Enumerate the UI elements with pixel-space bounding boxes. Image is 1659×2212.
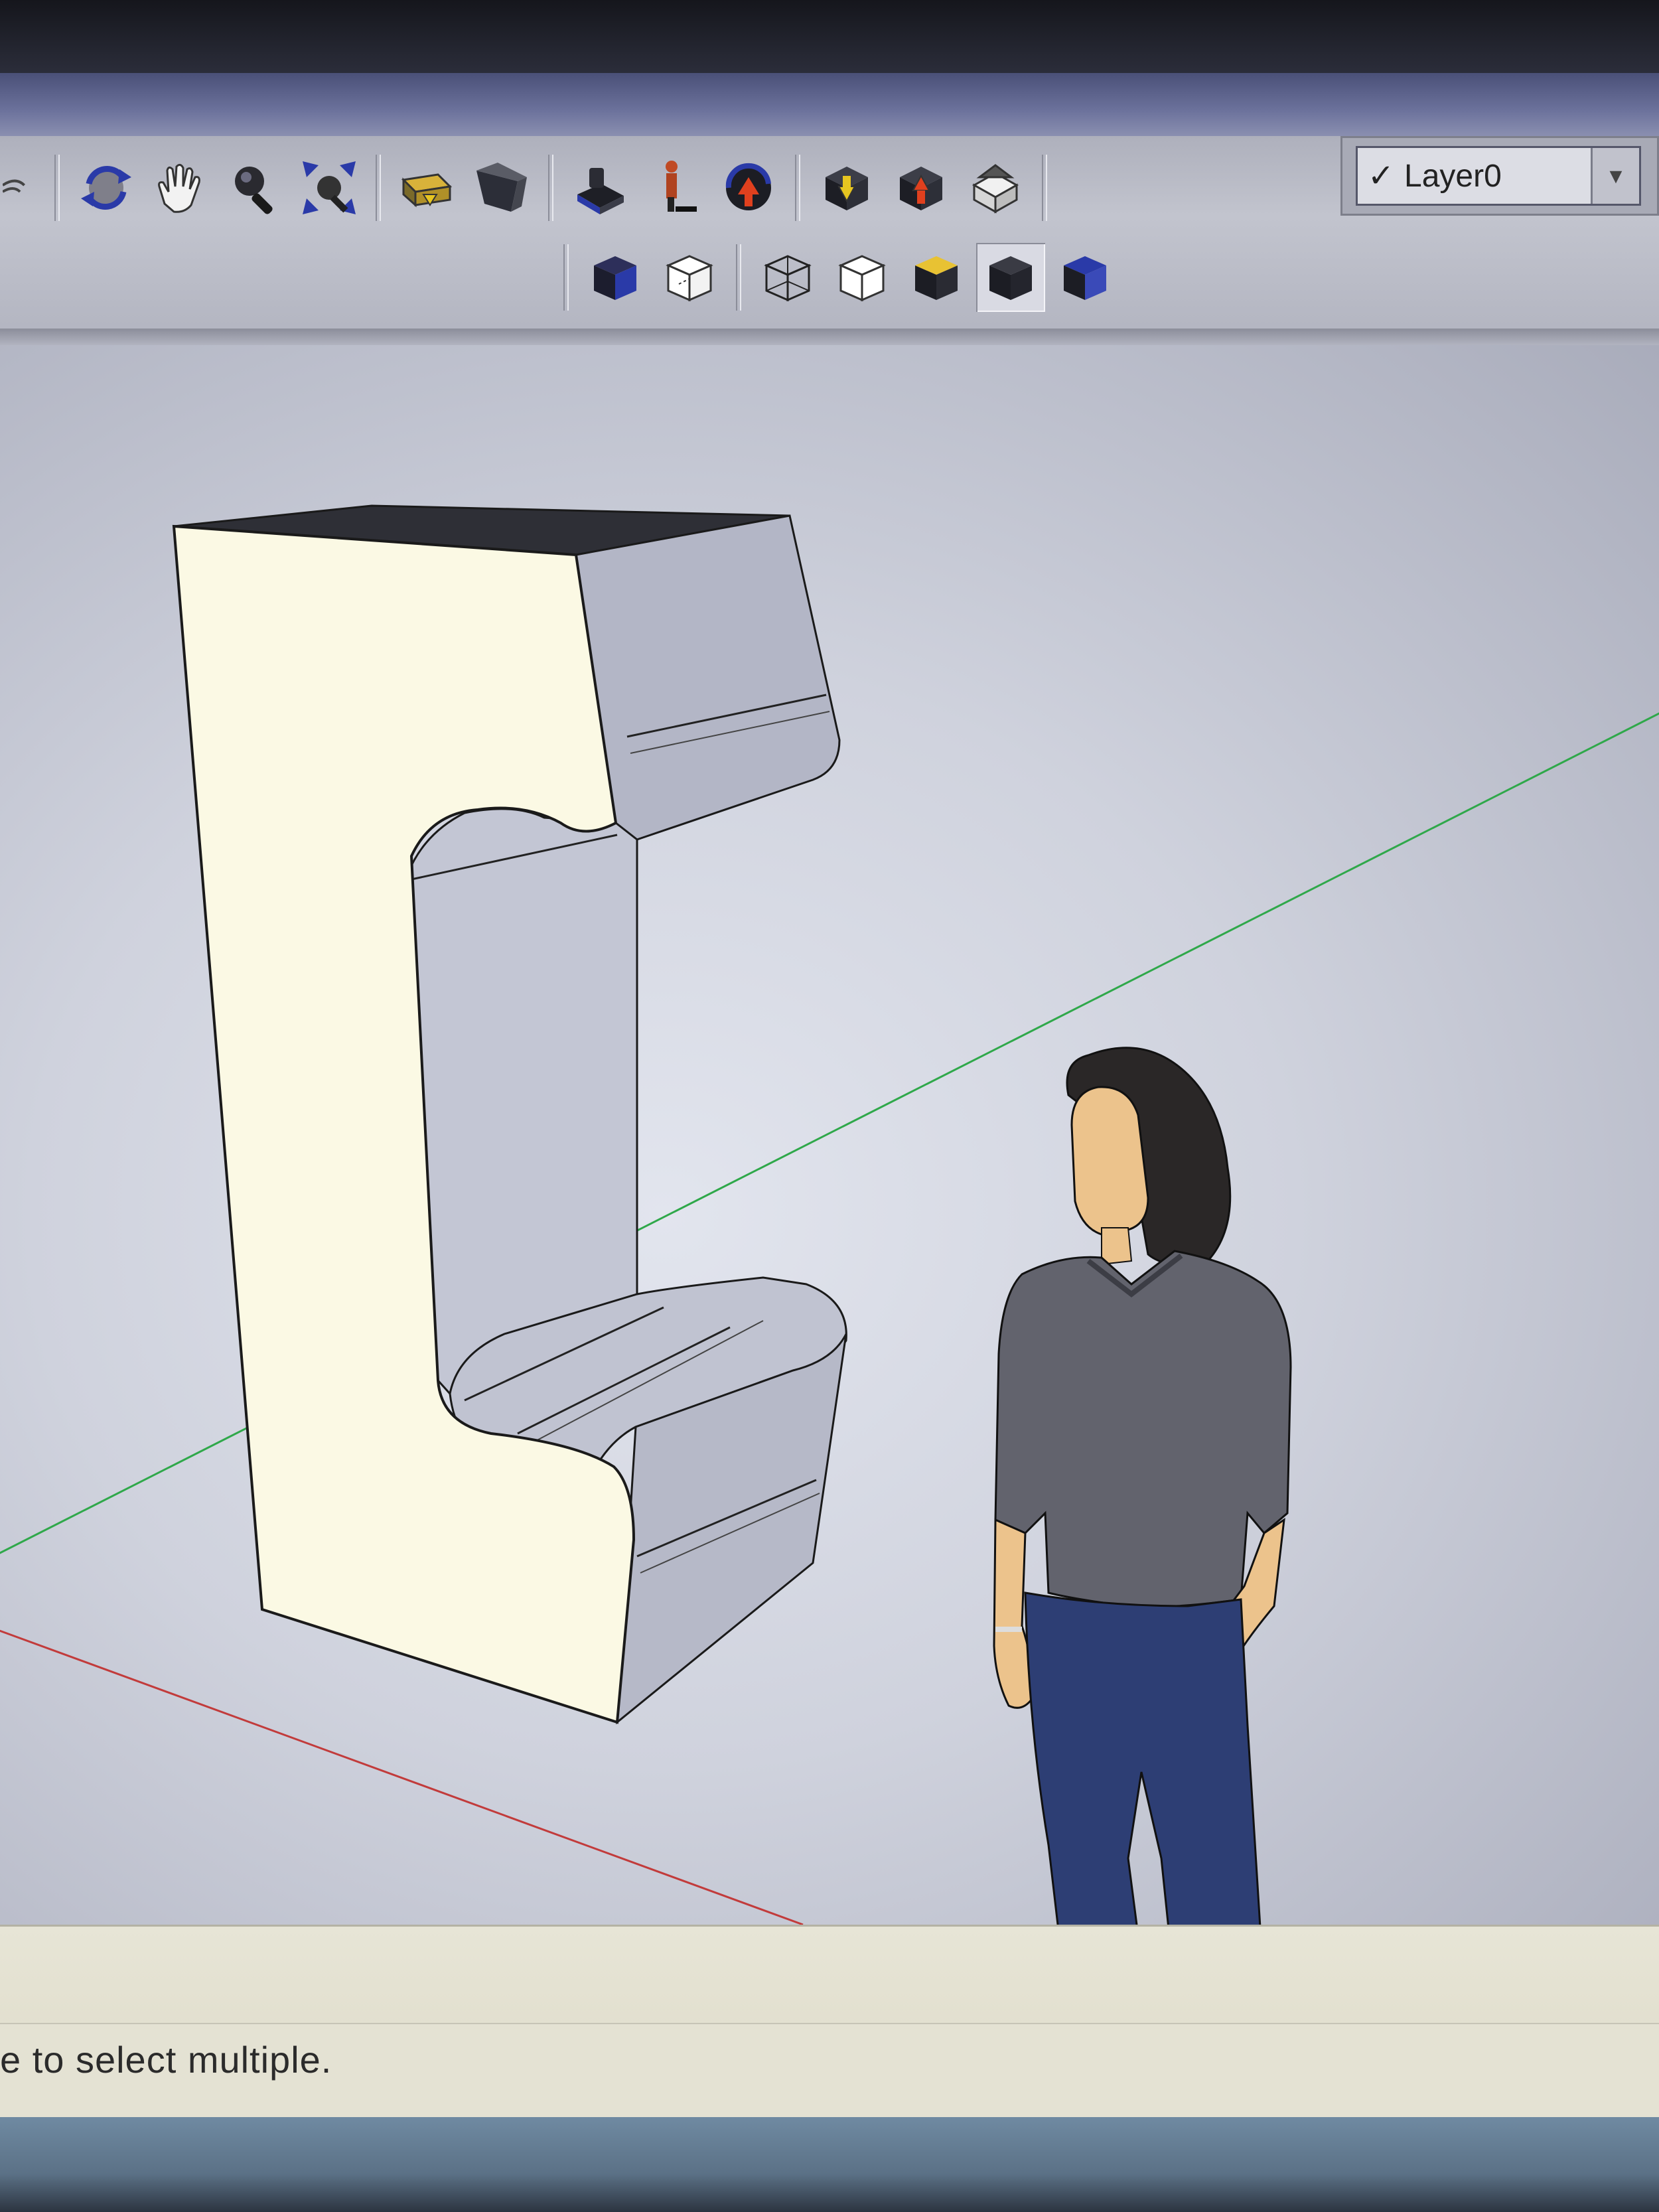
toolbar-separator (1042, 154, 1047, 221)
wireframe-style-icon[interactable] (753, 243, 822, 312)
screen: ✓ Layer0 ▼ e to select multiple. (0, 0, 1659, 2212)
toolbar-separator (795, 154, 800, 221)
share-component-icon[interactable] (961, 153, 1030, 222)
hidden-line-style-icon[interactable] (828, 243, 897, 312)
toolbar-row-face-styles (554, 236, 1122, 319)
monitor-bezel-top (0, 0, 1659, 73)
share-model-icon[interactable] (887, 153, 956, 222)
toolbar-row-camera (0, 139, 1056, 236)
toolbar-separator (376, 154, 381, 221)
window-title-strip (0, 73, 1659, 136)
toolbar-separator (54, 154, 60, 221)
toolbar-separator (563, 244, 569, 311)
walk-icon[interactable] (640, 153, 709, 222)
monitor-bezel-bottom (0, 2117, 1659, 2212)
partial-tool-icon[interactable] (3, 153, 42, 222)
layer-dropdown[interactable]: ✓ Layer0 ▼ (1356, 146, 1641, 206)
zoom-icon[interactable] (220, 153, 289, 222)
zoom-extents-icon[interactable] (295, 153, 364, 222)
back-edges-style-icon[interactable] (655, 243, 724, 312)
current-layer-name: Layer0 (1404, 158, 1502, 194)
look-around-icon[interactable] (714, 153, 783, 222)
status-hint-text: e to select multiple. (0, 2039, 332, 2081)
checkmark-icon: ✓ (1367, 159, 1395, 194)
pan-hand-icon[interactable] (146, 153, 215, 222)
scale-figure-person[interactable] (993, 1047, 1321, 1925)
modeling-viewport[interactable] (0, 345, 1659, 1925)
position-camera-icon[interactable] (565, 153, 634, 222)
3d-model[interactable] (172, 504, 847, 1725)
monochrome-style-icon[interactable] (1050, 243, 1119, 312)
get-models-icon[interactable] (812, 153, 881, 222)
xray-style-icon[interactable] (581, 243, 650, 312)
shaded-with-textures-style-icon[interactable] (976, 242, 1045, 312)
dropdown-arrow-icon[interactable]: ▼ (1591, 148, 1639, 204)
shaded-style-icon[interactable] (902, 243, 971, 312)
model-upper-side (575, 514, 841, 842)
orbit-icon[interactable] (72, 153, 141, 222)
next-view-icon[interactable] (467, 153, 536, 222)
status-bar: e to select multiple. (0, 1925, 1659, 2120)
red-axis (0, 1629, 804, 1925)
toolbar-separator (548, 154, 553, 221)
previous-view-icon[interactable] (393, 153, 462, 222)
toolbar-separator (736, 244, 741, 311)
layers-toolbar: ✓ Layer0 ▼ (1340, 136, 1659, 216)
